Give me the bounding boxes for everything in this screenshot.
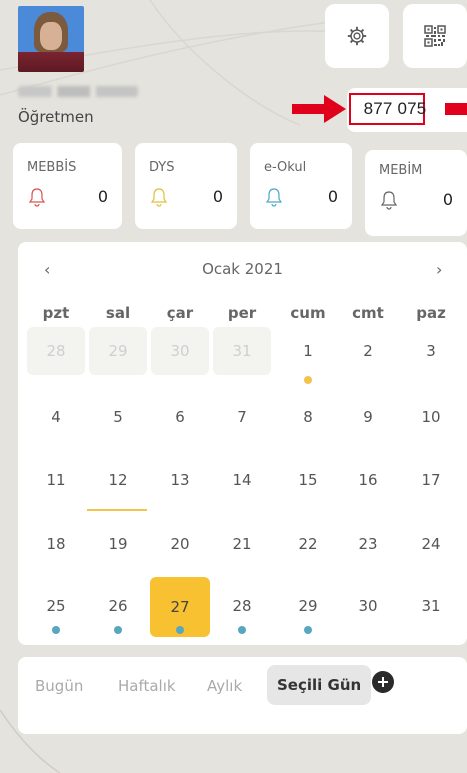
event-dot bbox=[238, 626, 246, 634]
day-cell[interactable]: 29 bbox=[278, 582, 338, 630]
card-count: 0 bbox=[212, 187, 223, 206]
weekday-sat: cmt bbox=[352, 304, 384, 322]
day-cell[interactable]: 13 bbox=[150, 456, 210, 504]
event-dot bbox=[114, 626, 122, 634]
day-cell[interactable]: 19 bbox=[88, 520, 148, 568]
day-cell[interactable]: 21 bbox=[212, 520, 272, 568]
day-cell[interactable]: 9 bbox=[338, 393, 398, 441]
bell-icon bbox=[265, 188, 283, 207]
red-arrow-right-icon bbox=[445, 103, 467, 115]
day-cell[interactable]: 5 bbox=[88, 393, 148, 441]
settings-button[interactable] bbox=[325, 4, 389, 68]
day-cell[interactable]: 30 bbox=[151, 327, 209, 375]
card-count: 0 bbox=[442, 190, 453, 209]
day-cell[interactable]: 4 bbox=[26, 393, 86, 441]
calendar: ‹ Ocak 2021 › pzt sal çar per cum cmt pa… bbox=[18, 242, 467, 645]
view-tabs: Bugün Haftalık Aylık Seçili Gün bbox=[18, 657, 467, 734]
day-cell[interactable]: 20 bbox=[150, 520, 210, 568]
event-dot bbox=[176, 626, 184, 634]
bell-icon bbox=[380, 191, 398, 210]
next-month-chevron-right-icon[interactable]: › bbox=[436, 260, 442, 279]
day-cell[interactable]: 2 bbox=[338, 327, 398, 375]
user-role: Öğretmen bbox=[18, 108, 94, 126]
day-cell[interactable]: 30 bbox=[338, 582, 398, 630]
weekday-mon: pzt bbox=[42, 304, 70, 322]
qr-code-button[interactable] bbox=[403, 4, 467, 68]
day-cell[interactable]: 8 bbox=[278, 393, 338, 441]
event-dot bbox=[304, 626, 312, 634]
day-cell[interactable]: 28 bbox=[212, 582, 272, 630]
plus-icon bbox=[378, 677, 388, 687]
day-cell[interactable]: 7 bbox=[212, 393, 272, 441]
card-count: 0 bbox=[327, 187, 338, 206]
today-underline bbox=[87, 509, 147, 511]
day-cell[interactable]: 31 bbox=[401, 582, 461, 630]
qr-code-icon bbox=[424, 25, 446, 47]
card-dys[interactable]: DYS 0 bbox=[135, 143, 237, 229]
calendar-month: Ocak 2021 bbox=[202, 260, 283, 278]
red-arrow-left-icon bbox=[292, 95, 346, 123]
gear-icon bbox=[347, 26, 367, 46]
day-cell[interactable]: 12 bbox=[88, 456, 148, 504]
tab-monthly[interactable]: Aylık bbox=[207, 677, 242, 695]
day-cell[interactable]: 23 bbox=[338, 520, 398, 568]
id-number: 877 075 bbox=[363, 99, 427, 118]
card-count: 0 bbox=[97, 187, 108, 206]
day-cell[interactable]: 14 bbox=[212, 456, 272, 504]
calendar-nav: ‹ Ocak 2021 › bbox=[18, 260, 467, 280]
tab-today[interactable]: Bugün bbox=[35, 677, 83, 695]
day-cell[interactable]: 24 bbox=[401, 520, 461, 568]
card-mebbis[interactable]: MEBBİS 0 bbox=[13, 143, 122, 229]
day-cell[interactable]: 11 bbox=[26, 456, 86, 504]
user-name-blurred bbox=[18, 86, 138, 97]
card-mebim[interactable]: MEBİM 0 bbox=[365, 150, 467, 236]
tab-selected-day[interactable]: Seçili Gün bbox=[267, 665, 372, 705]
day-cell[interactable]: 31 bbox=[213, 327, 271, 375]
bell-icon bbox=[28, 188, 46, 207]
day-cell[interactable]: 25 bbox=[26, 582, 86, 630]
day-cell[interactable]: 26 bbox=[88, 582, 148, 630]
card-label: MEBBİS bbox=[27, 160, 77, 175]
day-cell[interactable]: 16 bbox=[338, 456, 398, 504]
day-cell[interactable]: 1 bbox=[278, 327, 338, 375]
card-label: DYS bbox=[149, 160, 175, 175]
bell-icon bbox=[150, 188, 168, 207]
day-cell[interactable]: 3 bbox=[401, 327, 461, 375]
day-cell[interactable]: 22 bbox=[278, 520, 338, 568]
card-e-okul[interactable]: e-Okul 0 bbox=[250, 143, 352, 229]
day-cell[interactable]: 29 bbox=[89, 327, 147, 375]
id-number-highlight: 877 075 bbox=[349, 93, 427, 125]
weekday-fri: cum bbox=[290, 304, 326, 322]
avatar[interactable] bbox=[18, 6, 84, 72]
day-cell[interactable]: 10 bbox=[401, 393, 461, 441]
day-cell[interactable]: 17 bbox=[401, 456, 461, 504]
day-cell[interactable]: 18 bbox=[26, 520, 86, 568]
weekday-wed: çar bbox=[166, 304, 194, 322]
weekday-tue: sal bbox=[105, 304, 131, 322]
day-cell[interactable]: 15 bbox=[278, 456, 338, 504]
card-label: e-Okul bbox=[264, 160, 307, 175]
day-cell[interactable]: 6 bbox=[150, 393, 210, 441]
weekday-sun: paz bbox=[416, 304, 446, 322]
add-button[interactable] bbox=[372, 671, 394, 693]
weekday-thu: per bbox=[227, 304, 257, 322]
event-dot bbox=[304, 376, 312, 384]
day-cell[interactable]: 28 bbox=[27, 327, 85, 375]
card-label: MEBİM bbox=[379, 163, 423, 178]
event-dot bbox=[52, 626, 60, 634]
tab-weekly[interactable]: Haftalık bbox=[118, 677, 176, 695]
